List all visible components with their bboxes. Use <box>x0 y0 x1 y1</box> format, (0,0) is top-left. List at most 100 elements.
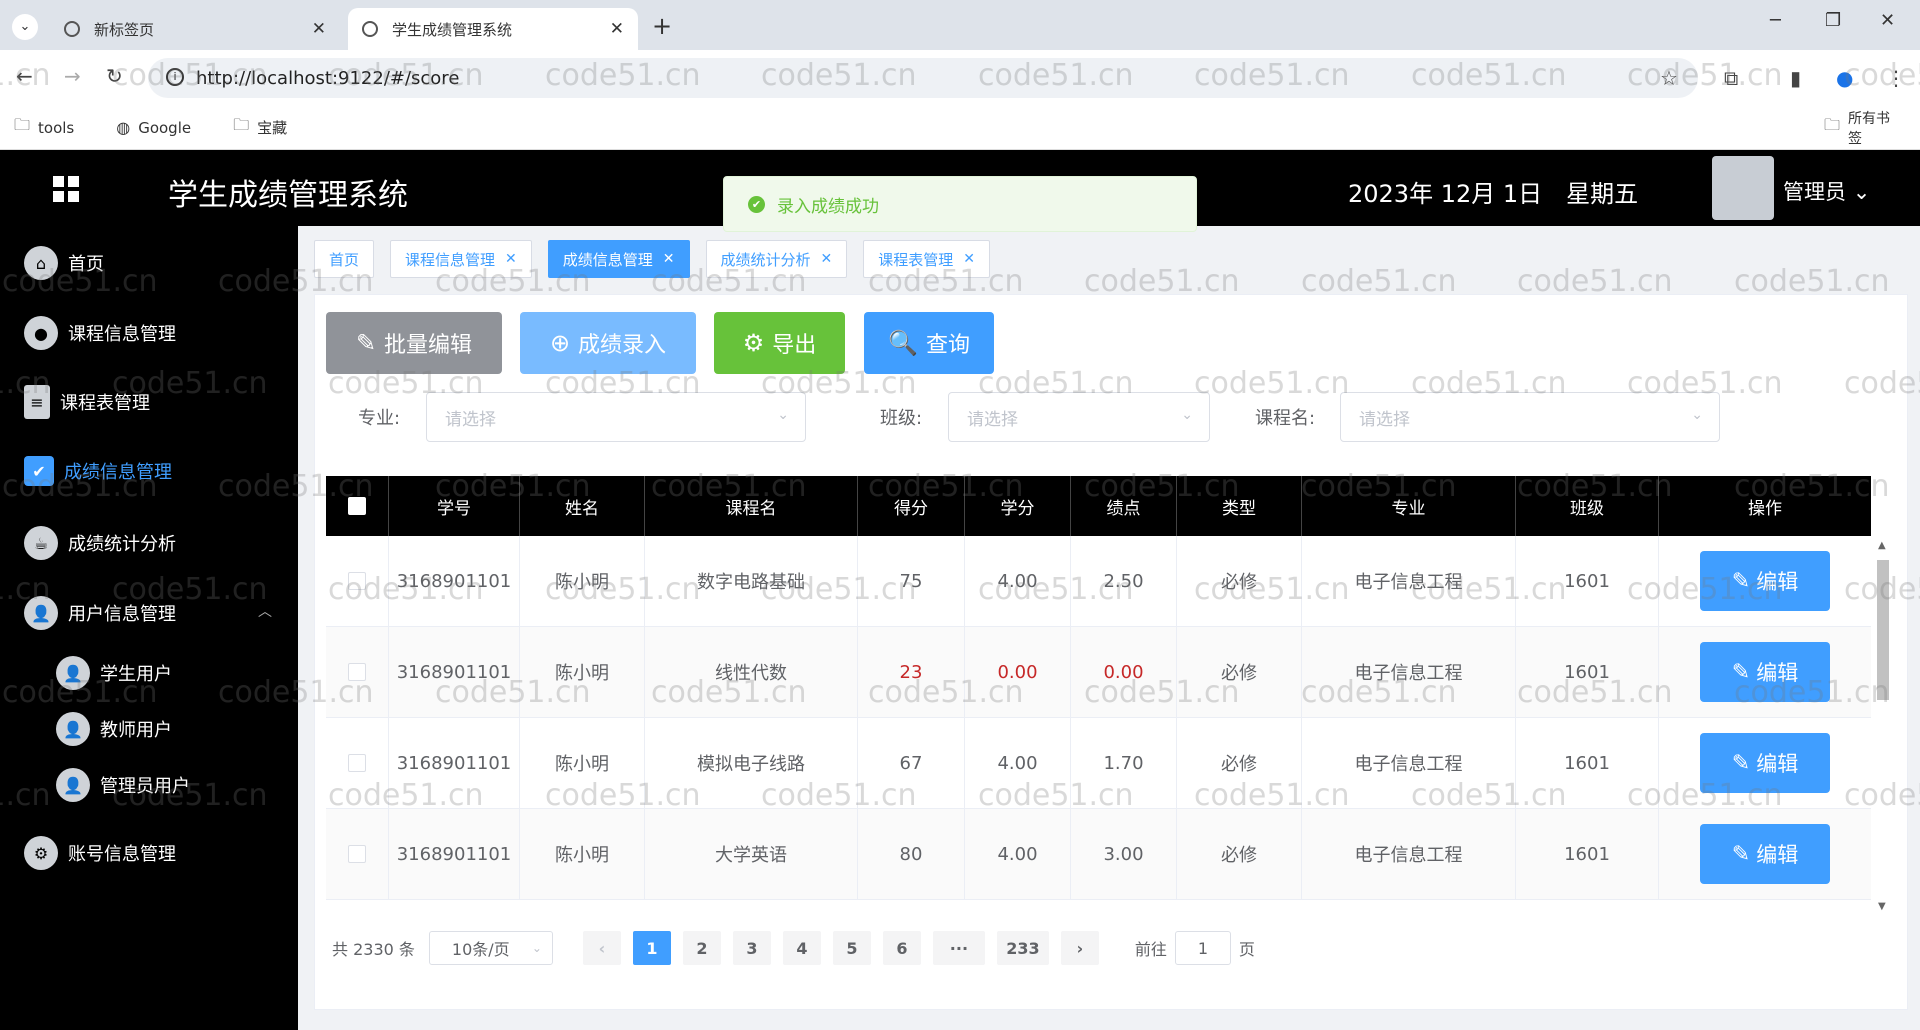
extensions-icon[interactable]: ⧉ <box>1724 66 1738 90</box>
total-count: 共 2330 条 <box>332 940 415 959</box>
sidebar-item-home[interactable]: ⌂ 首页 <box>24 246 104 280</box>
course-label: 课程名: <box>1255 408 1316 429</box>
forward-icon[interactable]: → <box>64 64 81 88</box>
page-button[interactable]: 6 <box>882 931 921 965</box>
globe-icon: ◍ <box>116 118 131 137</box>
cell-score: 23 <box>858 627 965 717</box>
sidebar-item-score-stats[interactable]: ☕ 成绩统计分析 <box>24 526 176 560</box>
bookmark-treasure[interactable]: 🗀 宝藏 <box>233 114 287 141</box>
tag-home[interactable]: 首页 <box>314 240 375 278</box>
scrollbar-thumb[interactable] <box>1877 560 1889 700</box>
edit-button[interactable]: ✎ 编辑 <box>1700 642 1830 702</box>
sidebar-item-user-info[interactable]: 👤 用户信息管理 <box>24 596 176 630</box>
sidebar-item-teacher-users[interactable]: 👤 教师用户 <box>56 712 172 746</box>
close-window-icon[interactable]: ✕ <box>1880 10 1895 31</box>
close-icon[interactable]: ✕ <box>505 251 517 267</box>
page-button[interactable]: 4 <box>782 931 821 965</box>
user-icon: 👤 <box>24 596 58 630</box>
course-select[interactable]: 请选择 ⌄ <box>1340 392 1720 442</box>
goto-page-input[interactable]: 1 <box>1174 931 1231 965</box>
row-select-cell[interactable] <box>326 627 389 717</box>
sidepanel-icon[interactable]: ▮ <box>1790 66 1801 90</box>
coffee-icon: ☕ <box>24 526 58 560</box>
export-button[interactable]: ⚙ 导出 <box>714 312 845 374</box>
sidebar-item-account-info[interactable]: ⚙ 账号信息管理 <box>24 836 176 870</box>
close-tab-icon[interactable]: ✕ <box>312 19 326 39</box>
row-select-cell[interactable] <box>326 536 389 626</box>
prev-page-button[interactable]: ‹ <box>582 931 621 965</box>
cell-major: 电子信息工程 <box>1302 627 1516 717</box>
page-button[interactable]: 3 <box>732 931 771 965</box>
next-page-button[interactable]: › <box>1060 931 1099 965</box>
bookmark-tools[interactable]: 🗀 tools <box>14 114 74 141</box>
col-class: 班级 <box>1516 476 1659 536</box>
user-menu[interactable]: 管理员 ⌄ <box>1783 176 1870 206</box>
row-checkbox[interactable] <box>348 754 366 772</box>
edit-button[interactable]: ✎ 编辑 <box>1700 824 1830 884</box>
major-select[interactable]: 请选择 ⌄ <box>426 392 806 442</box>
restore-icon[interactable]: ❐ <box>1825 10 1841 31</box>
class-select[interactable]: 请选择 ⌄ <box>948 392 1210 442</box>
back-icon[interactable]: ← <box>16 64 33 88</box>
scroll-down-icon[interactable]: ▼ <box>1878 901 1886 912</box>
sidebar-item-course-info[interactable]: ● 课程信息管理 <box>24 316 176 350</box>
table-row[interactable]: 3168901101 陈小明 线性代数 23 0.00 0.00 必修 电子信息工程 1601 ✎… <box>326 627 1871 718</box>
row-checkbox[interactable] <box>348 572 366 590</box>
edit-button[interactable]: ✎ 编辑 <box>1700 733 1830 793</box>
close-icon[interactable]: ✕ <box>663 251 675 267</box>
cell-major: 电子信息工程 <box>1302 536 1516 626</box>
batch-edit-button[interactable]: ✎ 批量编辑 <box>326 312 502 374</box>
close-icon[interactable]: ✕ <box>963 251 975 267</box>
sidebar-item-score-info[interactable]: ✔ 成绩信息管理 <box>24 456 172 486</box>
table-row[interactable]: 3168901101 陈小明 模拟电子线路 67 4.00 1.70 必修 电子信息工程 160… <box>326 718 1871 809</box>
table-scrollbar[interactable]: ▲ ▼ <box>1876 540 1890 912</box>
page-button[interactable]: ··· <box>932 931 985 965</box>
menu-icon[interactable]: ⋮ <box>1886 66 1906 90</box>
browser-tab-active[interactable]: 学生成绩管理系统 ✕ <box>348 8 638 50</box>
row-checkbox[interactable] <box>348 663 366 681</box>
avatar[interactable] <box>1712 156 1774 220</box>
page-button[interactable]: 2 <box>682 931 721 965</box>
url-bar[interactable]: i http://localhost:9122/#/score <box>148 58 1698 98</box>
tag-timetable[interactable]: 课程表管理 ✕ <box>863 240 991 278</box>
new-tab-button[interactable]: + <box>647 12 677 42</box>
tag-course-info[interactable]: 课程信息管理 ✕ <box>390 240 532 278</box>
sidebar-item-timetable[interactable]: ≡ 课程表管理 <box>24 385 150 419</box>
page-button[interactable]: 233 <box>996 931 1049 965</box>
tag-score-stats[interactable]: 成绩统计分析 ✕ <box>705 240 848 278</box>
edit-button[interactable]: ✎ 编辑 <box>1700 551 1830 611</box>
profile-icon[interactable]: ● <box>1836 66 1853 90</box>
scroll-up-icon[interactable]: ▲ <box>1878 540 1886 551</box>
row-select-cell[interactable] <box>326 809 389 899</box>
site-info-icon[interactable]: i <box>166 68 184 86</box>
reload-icon[interactable]: ↻ <box>106 64 123 88</box>
select-all-checkbox[interactable] <box>348 497 366 515</box>
sidebar-item-student-users[interactable]: 👤 学生用户 <box>56 656 172 690</box>
page-button[interactable]: 5 <box>832 931 871 965</box>
table-row[interactable]: 3168901101 陈小明 数字电路基础 75 4.00 2.50 必修 电子信息工程 160… <box>326 536 1871 627</box>
cell-gpa: 1.70 <box>1071 718 1177 808</box>
page-button[interactable]: 1 <box>632 931 671 965</box>
browser-tab-newtab[interactable]: 新标签页 ✕ <box>50 8 340 50</box>
user-icon: 👤 <box>56 656 90 690</box>
tag-score-info[interactable]: 成绩信息管理 ✕ <box>547 240 690 278</box>
grid-menu-icon[interactable] <box>53 176 79 202</box>
minimize-icon[interactable]: ─ <box>1770 10 1781 31</box>
sidebar-item-admin-users[interactable]: 👤 管理员用户 <box>56 768 190 802</box>
cell-major: 电子信息工程 <box>1302 718 1516 808</box>
page-size-select[interactable]: 10条/页 ⌄ <box>428 931 553 965</box>
table-row[interactable]: 3168901101 陈小明 大学英语 80 4.00 3.00 必修 电子信息工程 1601 ✎… <box>326 809 1871 900</box>
close-icon[interactable]: ✕ <box>821 251 833 267</box>
query-button[interactable]: 🔍 查询 <box>864 312 994 374</box>
close-tab-icon[interactable]: ✕ <box>610 19 624 39</box>
row-select-cell[interactable] <box>326 718 389 808</box>
bookmark-google[interactable]: ◍ Google <box>116 118 191 137</box>
major-label: 专业: <box>358 408 401 429</box>
tab-search-button[interactable]: ⌄ <box>12 14 38 40</box>
enter-score-button[interactable]: ⊕ 成绩录入 <box>520 312 696 374</box>
row-checkbox[interactable] <box>348 845 366 863</box>
all-bookmarks[interactable]: 🗀 所有书签 <box>1824 108 1892 148</box>
star-icon[interactable]: ☆ <box>1660 66 1678 90</box>
chevron-up-icon[interactable]: ︿ <box>258 601 272 621</box>
select-all-cell[interactable] <box>326 476 389 536</box>
